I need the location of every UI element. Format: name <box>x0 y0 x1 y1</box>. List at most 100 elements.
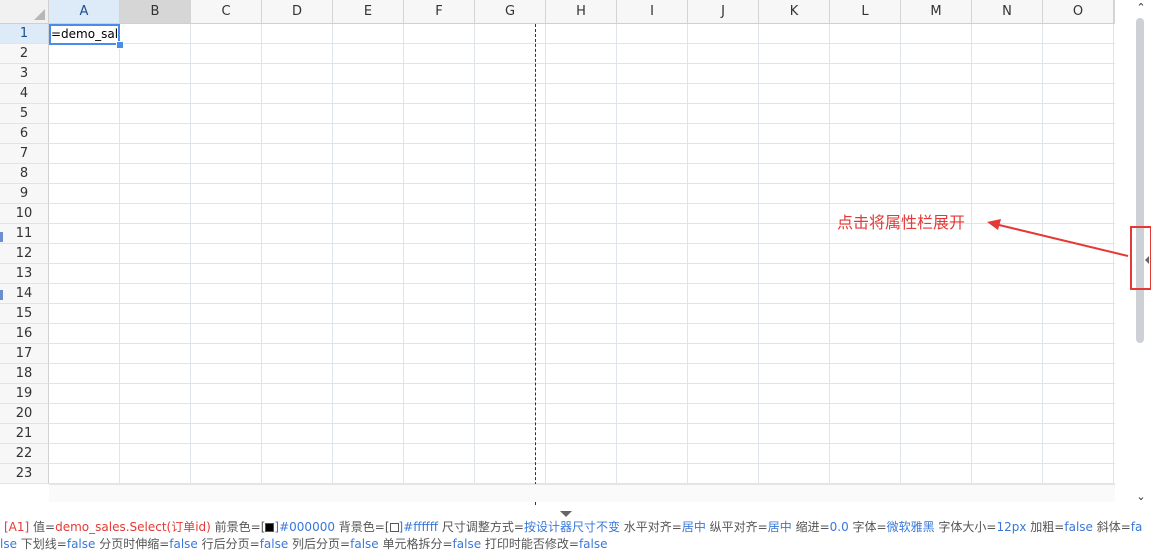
column-header-filler <box>1114 0 1115 24</box>
page-break-line <box>535 24 536 505</box>
row-header-21[interactable]: 21 <box>0 424 49 444</box>
row-header-9[interactable]: 9 <box>0 184 49 204</box>
gridline-vertical <box>545 24 546 484</box>
status-segment: false <box>452 537 482 551</box>
row-header-22[interactable]: 22 <box>0 444 49 464</box>
horizontal-scrollbar[interactable] <box>49 484 1115 502</box>
column-header-a[interactable]: A <box>49 0 120 24</box>
row-header-10[interactable]: 10 <box>0 204 49 224</box>
row-header-14[interactable]: 14 <box>0 284 49 304</box>
row-header-19[interactable]: 19 <box>0 384 49 404</box>
row-header-23[interactable]: 23 <box>0 464 49 484</box>
status-segment: 12px <box>996 520 1027 534</box>
row-header-17[interactable]: 17 <box>0 344 49 364</box>
chevron-down-icon[interactable]: ⌄ <box>1131 489 1151 505</box>
gridline-vertical <box>900 24 901 484</box>
color-swatch <box>389 523 399 532</box>
column-header-f[interactable]: F <box>404 0 475 24</box>
status-segment: 行后分页= <box>197 537 260 551</box>
status-segment: 微软雅黑 <box>886 520 935 534</box>
gridline-horizontal <box>49 103 1115 104</box>
row-header-6[interactable]: 6 <box>0 124 49 144</box>
status-segment: 缩进= <box>791 520 830 534</box>
select-all-triangle-icon <box>34 9 45 20</box>
cell-property-statusbar: [A1] 值=demo_sales.Select(订单id) 前景色=[]#00… <box>0 517 1151 555</box>
status-segment: 列后分页= <box>288 537 351 551</box>
status-segment: 分页时伸缩= <box>95 537 170 551</box>
row-header-1[interactable]: 1 <box>0 24 49 44</box>
chevron-left-icon <box>1145 256 1149 264</box>
column-header-k[interactable]: K <box>759 0 830 24</box>
status-line-2: lse 下划线=false 分页时伸缩=false 行后分页=false 列后分… <box>0 535 608 553</box>
gridline-vertical <box>190 24 191 484</box>
gridline-vertical <box>403 24 404 484</box>
gridline-horizontal <box>49 203 1115 204</box>
column-header-j[interactable]: J <box>688 0 759 24</box>
fill-handle[interactable] <box>116 41 124 49</box>
column-header-e[interactable]: E <box>333 0 404 24</box>
column-header-d[interactable]: D <box>262 0 333 24</box>
status-segment: 打印时能否修改= <box>481 537 579 551</box>
gridline-horizontal <box>49 63 1115 64</box>
gridline-horizontal <box>49 443 1115 444</box>
row-header-3[interactable]: 3 <box>0 64 49 84</box>
status-segment: fa <box>1130 520 1143 534</box>
status-segment: false <box>1064 520 1093 534</box>
gridline-horizontal <box>49 43 1115 44</box>
gridline-horizontal <box>49 463 1115 464</box>
column-header-c[interactable]: C <box>191 0 262 24</box>
gridline-horizontal <box>49 283 1115 284</box>
gridline-vertical <box>474 24 475 484</box>
row-header-8[interactable]: 8 <box>0 164 49 184</box>
row-header-15[interactable]: 15 <box>0 304 49 324</box>
status-segment: 加粗= <box>1026 520 1065 534</box>
gridline-vertical <box>119 24 120 484</box>
row-header-11[interactable]: 11 <box>0 224 49 244</box>
gridline-horizontal <box>49 183 1115 184</box>
column-header-n[interactable]: N <box>972 0 1043 24</box>
status-segment: false <box>169 537 198 551</box>
column-header-l[interactable]: L <box>830 0 901 24</box>
status-segment: ]#ffffff <box>398 520 439 534</box>
gridline-horizontal <box>49 423 1115 424</box>
gridline-horizontal <box>49 343 1115 344</box>
spreadsheet-grid[interactable]: ABCDEFGHIJKLMNO 1 2 3 4 5 6 7 8 9 10 11 12 13 14 15 16 1… <box>0 0 1115 505</box>
column-header-o[interactable]: O <box>1043 0 1114 24</box>
row-header-7[interactable]: 7 <box>0 144 49 164</box>
row-header-2[interactable]: 2 <box>0 44 49 64</box>
row-header-4[interactable]: 4 <box>0 84 49 104</box>
status-segment: demo_sales.Select(订单id) <box>55 520 211 534</box>
gridline-horizontal <box>49 163 1115 164</box>
active-cell-border[interactable] <box>49 24 120 45</box>
status-segment: 背景色=[ <box>334 520 390 534</box>
gridline-vertical <box>616 24 617 484</box>
row-header-18[interactable]: 18 <box>0 364 49 384</box>
status-segment: 单元格拆分= <box>378 537 453 551</box>
gridline-horizontal <box>49 143 1115 144</box>
gridline-horizontal <box>49 83 1115 84</box>
column-header-h[interactable]: H <box>546 0 617 24</box>
row-header-12[interactable]: 12 <box>0 244 49 264</box>
row-header-5[interactable]: 5 <box>0 104 49 124</box>
status-segment: 下划线= <box>16 537 67 551</box>
chevron-up-icon[interactable]: ⌃ <box>1131 0 1151 16</box>
column-header-b[interactable]: B <box>120 0 191 24</box>
left-edge-marker <box>0 232 3 242</box>
column-header-g[interactable]: G <box>475 0 546 24</box>
annotation-label: 点击将属性栏展开 <box>837 213 966 232</box>
status-segment: false <box>578 537 608 551</box>
status-segment: 居中 <box>681 520 706 534</box>
column-header-m[interactable]: M <box>901 0 972 24</box>
status-segment: 值= <box>33 520 56 534</box>
row-header-13[interactable]: 13 <box>0 264 49 284</box>
row-header-20[interactable]: 20 <box>0 404 49 424</box>
status-segment: [A1] <box>4 520 34 534</box>
column-header-i[interactable]: I <box>617 0 688 24</box>
annotation-arrow-icon <box>987 219 1129 257</box>
status-segment: 字体大小= <box>934 520 997 534</box>
select-all-corner[interactable] <box>0 0 49 24</box>
status-segment: 按设计器尺寸不变 <box>523 520 620 534</box>
vertical-scrollbar-thumb[interactable] <box>1136 18 1144 343</box>
row-header-16[interactable]: 16 <box>0 324 49 344</box>
gridline-vertical <box>261 24 262 484</box>
